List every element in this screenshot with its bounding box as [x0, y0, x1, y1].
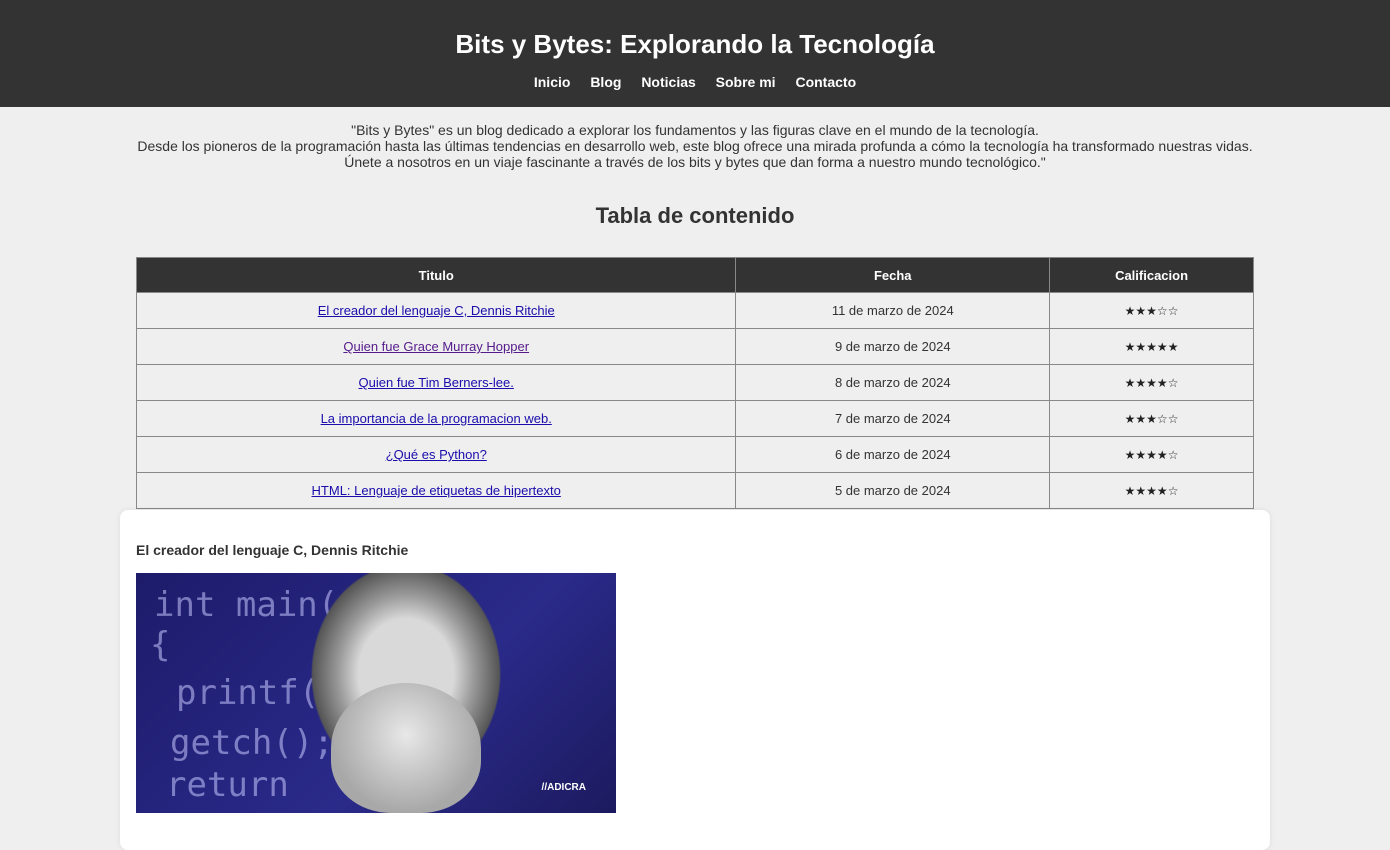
adicra-logo: //ADICRA — [541, 782, 586, 793]
nav-inicio[interactable]: Inicio — [534, 74, 571, 90]
rating-stars: ★★★★☆ — [1049, 472, 1254, 509]
intro-line: Desde los pioneros de la programación ha… — [137, 138, 1253, 154]
nav-noticias[interactable]: Noticias — [641, 74, 695, 90]
article-date: 11 de marzo de 2024 — [735, 292, 1051, 329]
rating-stars: ★★★☆☆ — [1049, 292, 1254, 329]
rating-stars: ★★★★★ — [1049, 328, 1254, 365]
table-row: El creador del lenguaje C, Dennis Ritchi… — [135, 292, 1254, 329]
article-link[interactable]: Quien fue Grace Murray Hopper — [343, 339, 529, 354]
code-background-brace: { — [150, 625, 171, 665]
intro-text: "Bits y Bytes" es un blog dedicado a exp… — [0, 122, 1390, 170]
table-row: La importancia de la programacion web. 7… — [135, 400, 1254, 437]
rating-stars: ★★★☆☆ — [1049, 400, 1254, 437]
article-date: 8 de marzo de 2024 — [735, 364, 1051, 401]
nav-sobre-mi[interactable]: Sobre mi — [716, 74, 776, 90]
article-link[interactable]: HTML: Lenguaje de etiquetas de hipertext… — [312, 483, 561, 498]
intro-line: Únete a nosotros en un viaje fascinante … — [344, 154, 1046, 170]
toc-heading: Tabla de contenido — [595, 203, 795, 228]
article-link[interactable]: ¿Qué es Python? — [386, 447, 487, 462]
dennis-ritchie-photo: int main( { printf( getch(); return //AD… — [136, 573, 616, 813]
nav-contacto[interactable]: Contacto — [795, 74, 856, 90]
article-date: 9 de marzo de 2024 — [735, 328, 1051, 365]
article-card: El creador del lenguaje C, Dennis Ritchi… — [120, 510, 1270, 850]
main-nav: Inicio Blog Noticias Sobre mi Contacto — [0, 74, 1390, 90]
site-title: Bits y Bytes: Explorando la Tecnología — [455, 29, 935, 59]
toc-table: Titulo Fecha Calificacion El creador del… — [135, 257, 1254, 509]
table-row: Quien fue Tim Berners-lee. 8 de marzo de… — [135, 364, 1254, 401]
site-header: Bits y Bytes: Explorando la Tecnología I… — [0, 0, 1390, 107]
column-header-fecha: Fecha — [735, 257, 1051, 293]
nav-blog[interactable]: Blog — [590, 74, 621, 90]
code-background-return: return — [166, 765, 289, 805]
portrait-beard — [331, 683, 481, 813]
intro-line: "Bits y Bytes" es un blog dedicado a exp… — [351, 122, 1039, 138]
rating-stars: ★★★★☆ — [1049, 436, 1254, 473]
table-row: Quien fue Grace Murray Hopper 9 de marzo… — [135, 328, 1254, 365]
table-row: HTML: Lenguaje de etiquetas de hipertext… — [135, 472, 1254, 509]
article-link[interactable]: El creador del lenguaje C, Dennis Ritchi… — [318, 303, 555, 318]
column-header-calificacion: Calificacion — [1049, 257, 1254, 293]
table-header-row: Titulo Fecha Calificacion — [135, 257, 1254, 293]
article-link[interactable]: Quien fue Tim Berners-lee. — [359, 375, 514, 390]
table-row: ¿Qué es Python? 6 de marzo de 2024 ★★★★☆ — [135, 436, 1254, 473]
article-link[interactable]: La importancia de la programacion web. — [321, 411, 552, 426]
article-title: El creador del lenguaje C, Dennis Ritchi… — [136, 542, 409, 558]
column-header-titulo: Titulo — [135, 257, 737, 293]
article-date: 5 de marzo de 2024 — [735, 472, 1051, 509]
article-date: 6 de marzo de 2024 — [735, 436, 1051, 473]
article-date: 7 de marzo de 2024 — [735, 400, 1051, 437]
rating-stars: ★★★★☆ — [1049, 364, 1254, 401]
